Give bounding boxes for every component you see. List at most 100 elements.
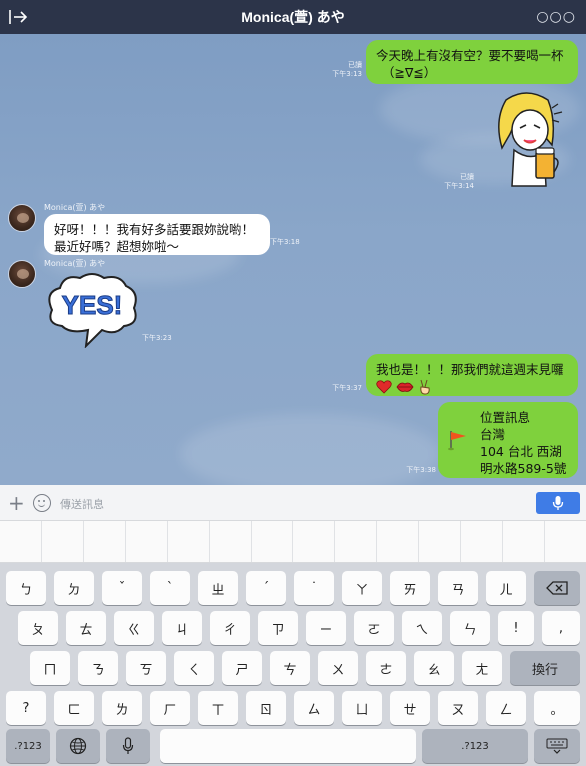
- keyboard-hide-icon: [546, 738, 568, 754]
- yes-speech-sticker[interactable]: YES!: [42, 270, 142, 348]
- key[interactable]: ?: [6, 691, 46, 725]
- message-text: 今天晚上有沒有空？要不要喝一杯: [376, 48, 564, 63]
- location-flag-icon: [448, 431, 466, 451]
- girl-with-beer-sticker[interactable]: [486, 90, 568, 190]
- key[interactable]: ㄚ: [342, 571, 382, 605]
- peace-hand-icon: [420, 379, 430, 395]
- chat-area[interactable]: 已讀 下午3:13 今天晚上有沒有空？要不要喝一杯 （≧∇≦） 已讀 下午3:1…: [0, 34, 586, 485]
- message-time: 下午3:18: [270, 238, 300, 246]
- microphone-icon: [552, 496, 564, 510]
- key[interactable]: ㄊ: [66, 611, 106, 645]
- sender-name: Monica(萱) あや: [44, 259, 106, 268]
- location-line: 明水路589-5號: [480, 461, 567, 476]
- candidate-slot[interactable]: [42, 521, 84, 562]
- key[interactable]: ㄟ: [402, 611, 442, 645]
- key[interactable]: ㄒ: [198, 691, 238, 725]
- key[interactable]: ㄞ: [390, 571, 430, 605]
- key[interactable]: ㄎ: [126, 651, 166, 685]
- message-text: 好呀！！！我有好多話要跟妳說喲！: [54, 222, 255, 237]
- message-bubble-incoming[interactable]: 好呀！！！我有好多話要跟妳說喲！ 最近好嗎？超想妳啦～: [44, 214, 270, 255]
- key[interactable]: ㄘ: [270, 651, 310, 685]
- candidate-slot[interactable]: [377, 521, 420, 562]
- message-time: 下午3:37: [332, 384, 362, 392]
- emoji-icon[interactable]: [33, 494, 51, 512]
- key[interactable]: ㄓ: [198, 571, 238, 605]
- candidate-slot[interactable]: [252, 521, 294, 562]
- key[interactable]: ㄏ: [150, 691, 190, 725]
- back-icon[interactable]: [8, 8, 28, 26]
- key[interactable]: ㄉ: [54, 571, 94, 605]
- candidate-slot[interactable]: [461, 521, 504, 562]
- return-key[interactable]: 換行: [510, 651, 580, 685]
- key[interactable]: ㄋ: [78, 651, 118, 685]
- globe-key[interactable]: [56, 729, 100, 763]
- space-key[interactable]: [160, 729, 416, 763]
- microphone-icon: [122, 737, 134, 754]
- voice-button[interactable]: [536, 492, 580, 514]
- location-line: 104 台北 西湖: [480, 444, 562, 459]
- delete-key[interactable]: [534, 571, 580, 605]
- message-time: 下午3:23: [142, 334, 172, 342]
- key[interactable]: ㄑ: [174, 651, 214, 685]
- message-text: （≧∇≦）: [382, 65, 437, 80]
- key[interactable]: ㄤ: [462, 651, 502, 685]
- key[interactable]: ㄡ: [438, 691, 478, 725]
- numbers-key[interactable]: .?123: [422, 729, 528, 763]
- location-message-bubble[interactable]: 位置訊息 台灣 104 台北 西湖 明水路589-5號: [438, 402, 578, 478]
- heart-icon: [376, 379, 392, 394]
- avatar[interactable]: [8, 204, 36, 232]
- key[interactable]: !: [498, 611, 534, 645]
- message-read-status: 已讀 下午3:14: [444, 173, 474, 190]
- key[interactable]: ㄛ: [354, 611, 394, 645]
- candidate-slot[interactable]: [168, 521, 210, 562]
- candidate-slot[interactable]: [293, 521, 336, 562]
- key[interactable]: ㄝ: [390, 691, 430, 725]
- candidate-bar: [0, 521, 586, 563]
- key[interactable]: ㄠ: [414, 651, 454, 685]
- candidate-slot[interactable]: [84, 521, 126, 562]
- key[interactable]: ㄥ: [486, 691, 526, 725]
- key[interactable]: ㄇ: [30, 651, 70, 685]
- message-bubble-outgoing[interactable]: 今天晚上有沒有空？要不要喝一杯 （≧∇≦）: [366, 40, 578, 84]
- message-input[interactable]: 傳送訊息: [60, 496, 104, 512]
- key[interactable]: ㄜ: [366, 651, 406, 685]
- candidate-slot[interactable]: [503, 521, 545, 562]
- candidate-slot[interactable]: [419, 521, 462, 562]
- key[interactable]: ㄔ: [210, 611, 250, 645]
- key[interactable]: ㄨ: [318, 651, 358, 685]
- message-bubble-outgoing[interactable]: 我也是！！！那我們就這週末見囉: [366, 354, 578, 396]
- key[interactable]: ㄧ: [306, 611, 346, 645]
- key[interactable]: ㄆ: [18, 611, 58, 645]
- key[interactable]: ,: [542, 611, 580, 645]
- candidate-slot[interactable]: [0, 521, 42, 562]
- avatar[interactable]: [8, 260, 36, 288]
- key[interactable]: ˙: [294, 571, 334, 605]
- key[interactable]: ˇ: [102, 571, 142, 605]
- key[interactable]: ˊ: [246, 571, 286, 605]
- candidate-slot[interactable]: [335, 521, 378, 562]
- key[interactable]: ㄖ: [246, 691, 286, 725]
- numbers-key[interactable]: .?123: [6, 729, 50, 763]
- candidate-slot[interactable]: [210, 521, 252, 562]
- hide-keyboard-key[interactable]: [534, 729, 580, 763]
- key[interactable]: ㄣ: [450, 611, 490, 645]
- key[interactable]: ㄗ: [258, 611, 298, 645]
- location-line: 台灣: [480, 427, 506, 442]
- key[interactable]: ㄦ: [486, 571, 526, 605]
- candidate-slot[interactable]: [126, 521, 168, 562]
- key[interactable]: ˋ: [150, 571, 190, 605]
- key[interactable]: ㄕ: [222, 651, 262, 685]
- key[interactable]: ㄍ: [114, 611, 154, 645]
- key[interactable]: ㄅ: [6, 571, 46, 605]
- key[interactable]: ㄌ: [102, 691, 142, 725]
- key[interactable]: 。: [534, 691, 580, 725]
- key[interactable]: ㄩ: [342, 691, 382, 725]
- candidate-slot[interactable]: [545, 521, 586, 562]
- add-attachment-button[interactable]: +: [8, 491, 25, 515]
- key[interactable]: ㄐ: [162, 611, 202, 645]
- dictation-key[interactable]: [106, 729, 150, 763]
- key[interactable]: ㄙ: [294, 691, 334, 725]
- key[interactable]: ㄢ: [438, 571, 478, 605]
- more-menu-icon[interactable]: ○○○: [536, 9, 576, 25]
- key[interactable]: ㄈ: [54, 691, 94, 725]
